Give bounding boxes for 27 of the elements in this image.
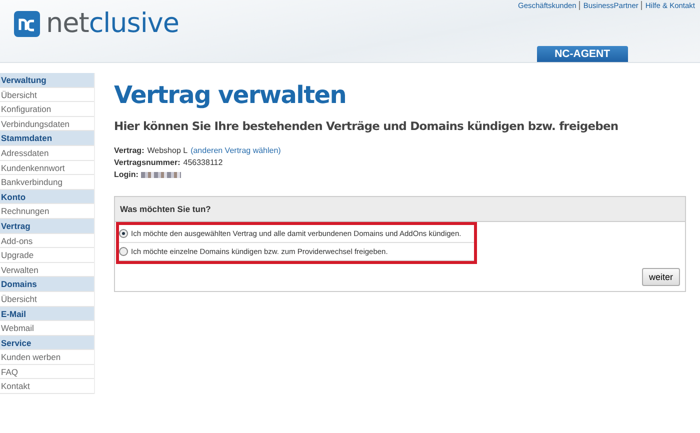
- sidebar-section-heading: Konto: [0, 190, 94, 204]
- sidebar-item[interactable]: Add-ons: [0, 234, 94, 248]
- info-label: Vertragsnummer:: [114, 157, 180, 169]
- page-title: Vertrag verwalten: [114, 81, 348, 109]
- radio-button[interactable]: [119, 229, 128, 238]
- sidebar-section-heading: Stammdaten: [0, 131, 94, 146]
- logo-icon: [14, 10, 40, 36]
- info-label: Vertrag:: [114, 145, 144, 157]
- sidebar-section-heading: Domains: [0, 277, 94, 292]
- sidebar-section-heading: E-Mail: [0, 306, 94, 322]
- info-value: Webshop L: [147, 145, 188, 157]
- sidebar-section-heading: Verwaltung: [0, 73, 94, 88]
- panel-heading: Was möchten Sie tun?: [115, 197, 685, 222]
- info-value: 456338112: [183, 157, 223, 169]
- sidebar-item[interactable]: Kundenkennwort: [0, 160, 94, 176]
- info-label: Login:: [114, 169, 138, 181]
- sidebar-item[interactable]: Verwalten: [0, 262, 94, 278]
- logo-wordmark: netclusive: [46, 8, 179, 39]
- sidebar-item[interactable]: Übersicht: [0, 88, 94, 102]
- sidebar-section-heading: Service: [0, 336, 94, 350]
- page-subtitle: Hier können Sie Ihre bestehenden Verträge und Domains kündigen bzw. freigeben: [114, 119, 620, 133]
- radio-button[interactable]: [119, 247, 128, 256]
- sidebar-item[interactable]: Übersicht: [0, 292, 94, 306]
- sidebar-section-heading: Vertrag: [0, 218, 94, 234]
- change-contract-link[interactable]: (anderen Vertrag wählen): [190, 145, 281, 157]
- agent-tab[interactable]: NC-AGENT: [536, 46, 628, 62]
- continue-button[interactable]: weiter: [642, 268, 680, 286]
